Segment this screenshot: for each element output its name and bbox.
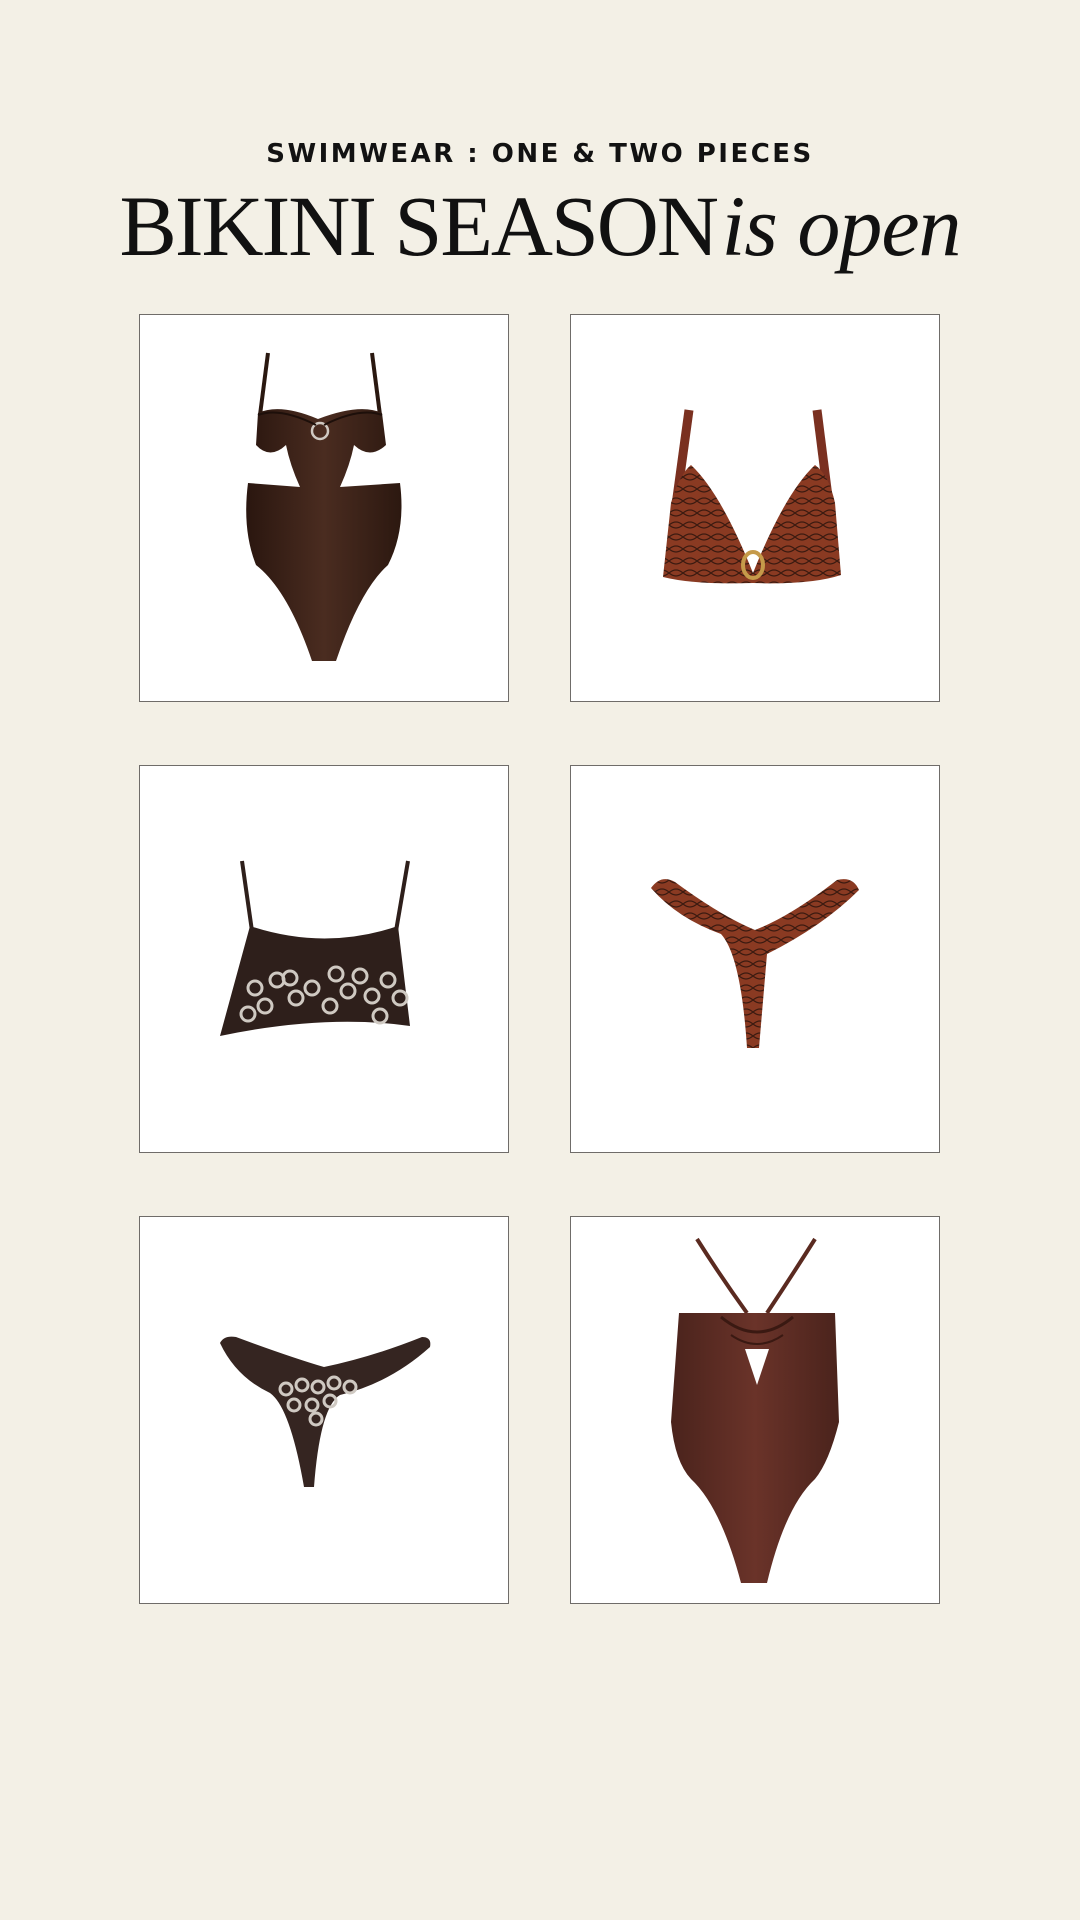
category-kicker: SWIMWEAR : ONE & TWO PIECES — [266, 139, 814, 169]
product-tile-5[interactable] — [139, 1216, 509, 1604]
page-title-main: BIKINI SEASON — [119, 178, 719, 274]
product-tile-1[interactable] — [139, 314, 509, 702]
grommet-bikini-top-icon — [220, 860, 410, 1036]
halter-one-piece-swimsuit-icon — [671, 1237, 839, 1583]
page-title: BIKINI SEASON is open — [0, 176, 1080, 301]
grommet-bikini-bottom-icon — [220, 1336, 431, 1487]
page-header: SWIMWEAR : ONE & TWO PIECES BIKINI SEASO… — [0, 136, 1080, 301]
snakeskin-bikini-bottom-icon — [651, 879, 859, 1048]
brown-one-piece-swimsuit-icon — [246, 352, 402, 661]
product-tile-3[interactable] — [139, 765, 509, 1153]
product-tile-6[interactable] — [570, 1216, 940, 1604]
snakeskin-bikini-top-icon — [663, 409, 841, 584]
product-tile-4[interactable] — [570, 765, 940, 1153]
product-tile-2[interactable] — [570, 314, 940, 702]
page-title-italic: is open — [721, 178, 961, 274]
